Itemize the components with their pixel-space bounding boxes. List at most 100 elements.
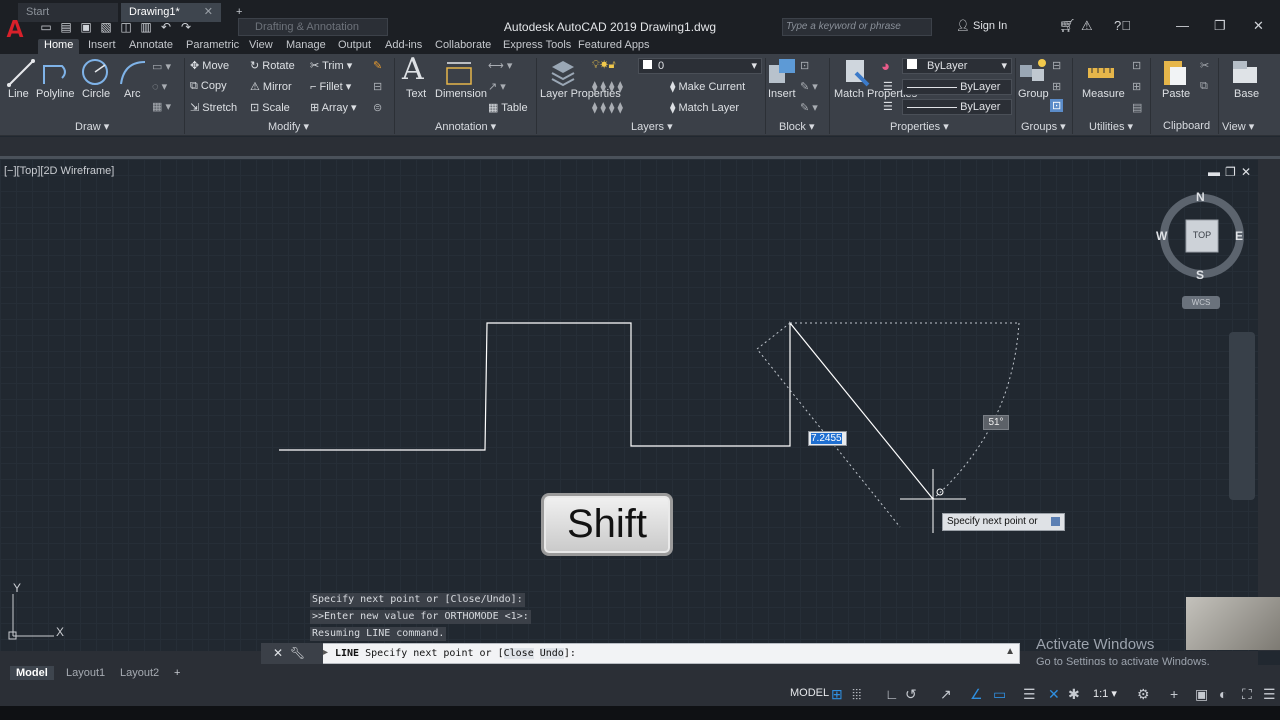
groups-panel-title[interactable]: Groups ▾ xyxy=(1021,120,1066,133)
match-properties-icon[interactable] xyxy=(842,57,872,87)
measure-icon[interactable] xyxy=(1086,58,1116,88)
tab-model[interactable]: Model xyxy=(10,666,54,680)
utilities-panel-title[interactable]: Utilities ▾ xyxy=(1089,120,1133,133)
cart-icon[interactable]: 🛒︎ xyxy=(1059,18,1076,34)
layer-properties-icon[interactable] xyxy=(548,57,578,87)
navigation-bar[interactable] xyxy=(1229,332,1255,500)
circle-icon[interactable] xyxy=(80,57,110,87)
tab-view[interactable]: View xyxy=(249,39,273,54)
color-wheel-icon[interactable]: ◕ xyxy=(881,58,890,75)
properties-panel-title[interactable]: Properties ▾ xyxy=(890,120,949,133)
open-icon[interactable]: ▤ xyxy=(58,20,74,34)
polyline-button[interactable]: Polyline xyxy=(36,88,75,100)
multileader-icon[interactable]: ↗ ▾ xyxy=(488,80,506,93)
close-commandline-icon[interactable]: ✕ xyxy=(273,646,283,660)
tab-start[interactable]: Start xyxy=(18,3,118,22)
circle-button[interactable]: Circle xyxy=(82,88,110,100)
gradient-icon[interactable]: ▦ ▾ xyxy=(152,100,171,113)
plot-icon[interactable]: ▥ xyxy=(138,20,154,34)
base-button[interactable]: Base xyxy=(1234,88,1259,100)
edit-block-icon[interactable]: ✎ ▾ xyxy=(800,80,818,93)
arc-icon[interactable] xyxy=(118,58,148,88)
copy-button[interactable]: ⧉ Copy xyxy=(190,80,227,93)
text-button[interactable]: Text xyxy=(406,88,426,100)
tab-parametric[interactable]: Parametric xyxy=(186,39,239,54)
compass-north[interactable]: N xyxy=(1196,190,1205,204)
array-button[interactable]: ⊞ Array ▾ xyxy=(310,101,357,114)
group-edit-icon[interactable]: ⊞ xyxy=(1052,80,1061,93)
cut-icon[interactable]: ✂ xyxy=(1200,59,1209,72)
paste-icon[interactable] xyxy=(1160,57,1190,87)
dimension-icon[interactable] xyxy=(444,58,474,88)
ortho-icon[interactable]: ∟ xyxy=(885,686,899,702)
new-tab-button[interactable]: + xyxy=(228,3,242,22)
settings-gear-icon[interactable]: ⚙︎ xyxy=(1137,686,1150,703)
compass-east[interactable]: E xyxy=(1235,229,1243,243)
annotation-panel-title[interactable]: Annotation ▾ xyxy=(435,120,496,133)
tab-drawing1[interactable]: Drawing1* ✕ xyxy=(121,3,221,22)
explode-icon[interactable]: ⊟ xyxy=(373,80,382,93)
arc-button[interactable]: Arc xyxy=(124,88,141,100)
workspace-dropdown[interactable]: Drafting & Annotation xyxy=(238,18,388,36)
lineweight-toggle-icon[interactable]: ☰ xyxy=(1023,686,1036,703)
create-block-icon[interactable]: ⊡ xyxy=(800,59,809,72)
calculator-icon[interactable]: ▤ xyxy=(1132,101,1142,114)
tab-layout2[interactable]: Layout2 xyxy=(114,666,165,680)
saveas-icon[interactable]: ▧ xyxy=(98,20,114,34)
fullscreen-icon[interactable]: ⛶ xyxy=(1242,686,1252,703)
wcs-menu[interactable]: WCS xyxy=(1182,296,1220,309)
measure-button[interactable]: Measure xyxy=(1082,88,1125,100)
tab-collaborate[interactable]: Collaborate xyxy=(435,39,491,54)
mirror-button[interactable]: ⚠︎ Mirror xyxy=(250,80,292,93)
group-button[interactable]: Group xyxy=(1018,88,1049,100)
select-all-icon[interactable]: ⊞ xyxy=(1132,80,1141,93)
restore-button[interactable]: ❐ xyxy=(1214,18,1226,34)
tab-featured-apps[interactable]: Featured Apps xyxy=(578,39,650,54)
line-icon[interactable] xyxy=(6,58,36,88)
customization-icon[interactable]: ☰ xyxy=(1263,686,1276,703)
grid-icon[interactable]: ⊞ xyxy=(831,686,843,703)
sign-in-button[interactable]: 👤︎ Sign In xyxy=(956,19,1007,32)
add-icon[interactable]: + xyxy=(1170,686,1178,702)
stretch-button[interactable]: ⇲ Stretch xyxy=(190,101,237,114)
group-icon[interactable] xyxy=(1018,57,1048,87)
polyline-icon[interactable] xyxy=(40,58,70,88)
linetype-dropdown[interactable]: ByLayer xyxy=(902,99,1012,115)
view-panel-title[interactable]: View ▾ xyxy=(1222,120,1254,133)
help-icon[interactable]: ?⃝ xyxy=(1114,18,1131,33)
tab-annotate[interactable]: Annotate xyxy=(129,39,173,54)
minimize-button[interactable]: — xyxy=(1176,18,1189,33)
undo-icon[interactable]: ↶ xyxy=(158,20,174,34)
help-search-input[interactable]: Type a keyword or phrase xyxy=(782,18,932,36)
dimension-button[interactable]: Dimension xyxy=(435,88,487,100)
move-button[interactable]: ✥ Move xyxy=(190,59,229,72)
text-icon[interactable]: A xyxy=(402,52,424,87)
tab-layout1[interactable]: Layout1 xyxy=(60,666,111,680)
command-prompt[interactable]: LINE Specify next point or [Close Undo]: xyxy=(335,648,576,659)
color-dropdown[interactable]: ByLayer ▾ xyxy=(902,58,1012,74)
rotate-button[interactable]: ↻ Rotate xyxy=(250,59,295,72)
isolate-objects-icon[interactable]: ◐ xyxy=(1219,686,1227,702)
compass-west[interactable]: W xyxy=(1156,229,1167,243)
close-window-button[interactable]: ✕ xyxy=(1253,18,1264,34)
modify-panel-title[interactable]: Modify ▾ xyxy=(268,120,309,133)
table-button[interactable]: ▦ Table xyxy=(488,101,528,114)
option-undo[interactable]: Undo xyxy=(539,648,564,659)
layer-state-icons[interactable]: 💡︎☀︎🔓︎ xyxy=(592,59,616,72)
customize-icon[interactable]: 🔧︎ xyxy=(290,646,305,660)
draw-panel-title[interactable]: Draw ▾ xyxy=(75,120,109,133)
redo-icon[interactable]: ↷ xyxy=(178,20,194,34)
insert-button[interactable]: Insert xyxy=(768,88,796,100)
lineweight-dropdown[interactable]: ByLayer xyxy=(902,79,1012,95)
tab-output[interactable]: Output xyxy=(338,39,371,54)
save-icon[interactable]: ▣ xyxy=(78,20,94,34)
command-line[interactable]: ✕ 🔧︎ ▸ LINE Specify next point or [Close… xyxy=(261,643,1020,664)
insert-block-icon[interactable] xyxy=(767,57,797,87)
scale-button[interactable]: ⊡ Scale xyxy=(250,101,290,114)
tab-manage[interactable]: Manage xyxy=(286,39,326,54)
clipboard-panel-title[interactable]: Clipboard xyxy=(1163,120,1210,132)
layers-panel-title[interactable]: Layers ▾ xyxy=(631,120,673,133)
copy-clip-icon[interactable]: ⧉ xyxy=(1200,80,1208,93)
quick-select-icon[interactable]: ⊡ xyxy=(1132,59,1141,72)
object-snap-tracking-icon[interactable]: ∠ xyxy=(970,686,983,703)
